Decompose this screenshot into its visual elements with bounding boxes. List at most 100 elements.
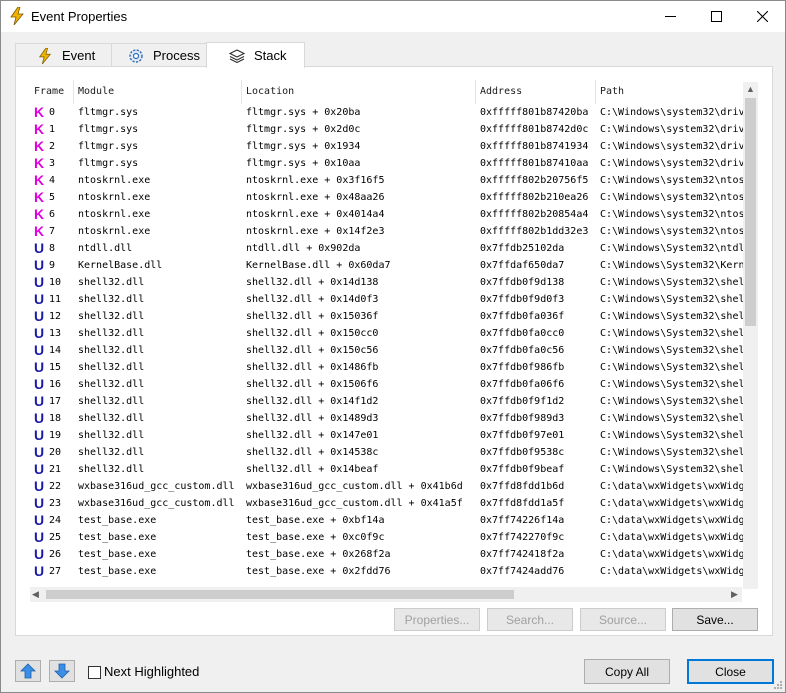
close-button[interactable]: Close <box>687 659 774 684</box>
stack-row[interactable]: K 6 ntoskrnl.exe ntoskrnl.exe + 0x4014a4 0xf… <box>31 206 757 223</box>
cell-module: fltmgr.sys <box>78 107 139 118</box>
copy-all-button[interactable]: Copy All <box>584 659 670 684</box>
tab-process[interactable]: Process <box>111 43 207 67</box>
close-window-button[interactable] <box>739 1 785 32</box>
stack-row[interactable]: U 23 wxbase316ud_gcc_custom.dll wxbase316ud… <box>31 495 757 512</box>
tab-stack[interactable]: Stack <box>206 42 305 68</box>
vertical-scroll-thumb[interactable] <box>745 98 756 326</box>
stack-row[interactable]: U 25 test_base.exe test_base.exe + 0xc0f9c 0… <box>31 529 757 546</box>
user-mode-icon: U <box>34 444 45 460</box>
cell-module: ntdll.dll <box>78 243 133 254</box>
cell-address: 0x7ffdb0f986fb <box>480 362 565 373</box>
cell-module: shell32.dll <box>78 396 145 407</box>
minimize-button[interactable] <box>647 1 693 32</box>
source-button[interactable]: Source... <box>580 608 666 631</box>
save-button[interactable]: Save... <box>672 608 758 631</box>
maximize-icon <box>710 11 722 22</box>
column-header-address[interactable]: Address <box>476 80 596 104</box>
arrow-up-icon <box>20 663 36 679</box>
stack-row[interactable]: U 26 test_base.exe test_base.exe + 0x268f2a… <box>31 546 757 563</box>
stack-row[interactable]: U 15 shell32.dll shell32.dll + 0x1486fb 0x7f… <box>31 359 757 376</box>
resize-grip-icon[interactable] <box>773 680 783 690</box>
horizontal-scroll-thumb[interactable] <box>46 590 514 599</box>
stack-rows: K 0 fltmgr.sys fltmgr.sys + 0x20ba 0xfffff80… <box>31 104 757 580</box>
column-header-module[interactable]: Module <box>74 80 242 104</box>
stack-row[interactable]: K 1 fltmgr.sys fltmgr.sys + 0x2d0c 0xfffff80… <box>31 121 757 138</box>
user-mode-icon: U <box>34 257 45 273</box>
next-highlighted-checkbox[interactable] <box>88 666 101 679</box>
column-header-path[interactable]: Path <box>596 80 757 104</box>
stack-row[interactable]: U 20 shell32.dll shell32.dll + 0x14538c 0x7f… <box>31 444 757 461</box>
previous-highlighted-button[interactable] <box>15 660 41 682</box>
stack-row[interactable]: U 17 shell32.dll shell32.dll + 0x14f1d2 0x7f… <box>31 393 757 410</box>
stack-row[interactable]: K 2 fltmgr.sys fltmgr.sys + 0x1934 0xfffff80… <box>31 138 757 155</box>
cell-address: 0xfffff801b87420ba <box>480 107 589 118</box>
kernel-mode-icon: K <box>34 189 45 205</box>
user-mode-icon: U <box>34 359 45 375</box>
stack-row[interactable]: U 24 test_base.exe test_base.exe + 0xbf14a 0… <box>31 512 757 529</box>
stack-row[interactable]: U 9 KernelBase.dll KernelBase.dll + 0x60da7… <box>31 257 757 274</box>
stack-row[interactable]: K 5 ntoskrnl.exe ntoskrnl.exe + 0x48aa26 0xf… <box>31 189 757 206</box>
cell-path: C:\Windows\System32\shel <box>600 345 745 356</box>
cell-location: shell32.dll + 0x1506f6 <box>246 379 379 390</box>
stack-row[interactable]: U 27 test_base.exe test_base.exe + 0x2fdd76… <box>31 563 757 580</box>
next-highlighted-button[interactable] <box>49 660 75 682</box>
cell-frame: 5 <box>49 192 56 203</box>
cell-address: 0xfffff801b87410aa <box>480 158 589 169</box>
cell-path: C:\Windows\system32\ntos <box>600 175 745 186</box>
search-button[interactable]: Search... <box>487 608 573 631</box>
user-mode-icon: U <box>34 461 45 477</box>
stack-row[interactable]: U 14 shell32.dll shell32.dll + 0x150c56 0x7f… <box>31 342 757 359</box>
cell-address: 0xfffff802b20756f5 <box>480 175 589 186</box>
scroll-left-icon[interactable]: ◀ <box>28 587 43 602</box>
properties-button[interactable]: Properties... <box>394 608 480 631</box>
cell-address: 0x7ffd8fdd1a5f <box>480 498 565 509</box>
cell-address: 0xfffff801b8742d0c <box>480 124 589 135</box>
stack-row[interactable]: U 19 shell32.dll shell32.dll + 0x147e01 0x7f… <box>31 427 757 444</box>
stack-row[interactable]: U 11 shell32.dll shell32.dll + 0x14d0f3 0x7f… <box>31 291 757 308</box>
stack-list[interactable]: Frame Module Location Address Path K 0 flt… <box>31 80 757 590</box>
cell-path: C:\Windows\System32\shel <box>600 277 745 288</box>
stack-row[interactable]: U 22 wxbase316ud_gcc_custom.dll wxbase316ud… <box>31 478 757 495</box>
tab-event[interactable]: Event <box>15 43 112 67</box>
user-mode-icon: U <box>34 342 45 358</box>
cell-frame: 17 <box>49 396 62 407</box>
maximize-button[interactable] <box>693 1 739 32</box>
scroll-up-icon[interactable]: ▲ <box>743 82 758 97</box>
column-header-location[interactable]: Location <box>242 80 476 104</box>
cell-frame: 18 <box>49 413 62 424</box>
cell-location: test_base.exe + 0xc0f9c <box>246 532 385 543</box>
stack-row[interactable]: U 12 shell32.dll shell32.dll + 0x15036f 0x7f… <box>31 308 757 325</box>
cell-address: 0x7ffdb25102da <box>480 243 565 254</box>
cell-location: shell32.dll + 0x14f1d2 <box>246 396 379 407</box>
stack-row[interactable]: U 21 shell32.dll shell32.dll + 0x14beaf 0x7f… <box>31 461 757 478</box>
cell-module: shell32.dll <box>78 464 145 475</box>
cell-module: shell32.dll <box>78 447 145 458</box>
cell-address: 0x7ff742418f2a <box>480 549 565 560</box>
cell-location: fltmgr.sys + 0x10aa <box>246 158 361 169</box>
stack-row[interactable]: K 7 ntoskrnl.exe ntoskrnl.exe + 0x14f2e3 0xf… <box>31 223 757 240</box>
stack-row[interactable]: K 4 ntoskrnl.exe ntoskrnl.exe + 0x3f16f5 0xf… <box>31 172 757 189</box>
stack-row[interactable]: U 13 shell32.dll shell32.dll + 0x150cc0 0x7f… <box>31 325 757 342</box>
tab-label: Stack <box>254 48 287 63</box>
cell-location: test_base.exe + 0xbf14a <box>246 515 385 526</box>
stack-row[interactable]: U 18 shell32.dll shell32.dll + 0x1489d3 0x7f… <box>31 410 757 427</box>
stack-row[interactable]: U 8 ntdll.dll ntdll.dll + 0x902da 0x7ffdb251… <box>31 240 757 257</box>
cell-module: shell32.dll <box>78 430 145 441</box>
stack-row[interactable]: U 10 shell32.dll shell32.dll + 0x14d138 0x7f… <box>31 274 757 291</box>
next-highlighted-label[interactable]: Next Highlighted <box>104 664 199 679</box>
column-header-frame[interactable]: Frame <box>31 80 74 104</box>
cell-frame: 22 <box>49 481 62 492</box>
vertical-scrollbar[interactable]: ▲ <box>743 82 758 589</box>
horizontal-scrollbar[interactable]: ◀ ▶ <box>30 587 742 602</box>
user-mode-icon: U <box>34 291 45 307</box>
cell-module: shell32.dll <box>78 294 145 305</box>
stack-row[interactable]: K 3 fltmgr.sys fltmgr.sys + 0x10aa 0xfffff80… <box>31 155 757 172</box>
user-mode-icon: U <box>34 325 45 341</box>
cell-location: KernelBase.dll + 0x60da7 <box>246 260 391 271</box>
stack-row[interactable]: K 0 fltmgr.sys fltmgr.sys + 0x20ba 0xfffff80… <box>31 104 757 121</box>
cell-address: 0xfffff802b1dd32e3 <box>480 226 589 237</box>
cell-address: 0x7ffdb0f9538c <box>480 447 565 458</box>
scroll-right-icon[interactable]: ▶ <box>727 587 742 602</box>
stack-row[interactable]: U 16 shell32.dll shell32.dll + 0x1506f6 0x7f… <box>31 376 757 393</box>
